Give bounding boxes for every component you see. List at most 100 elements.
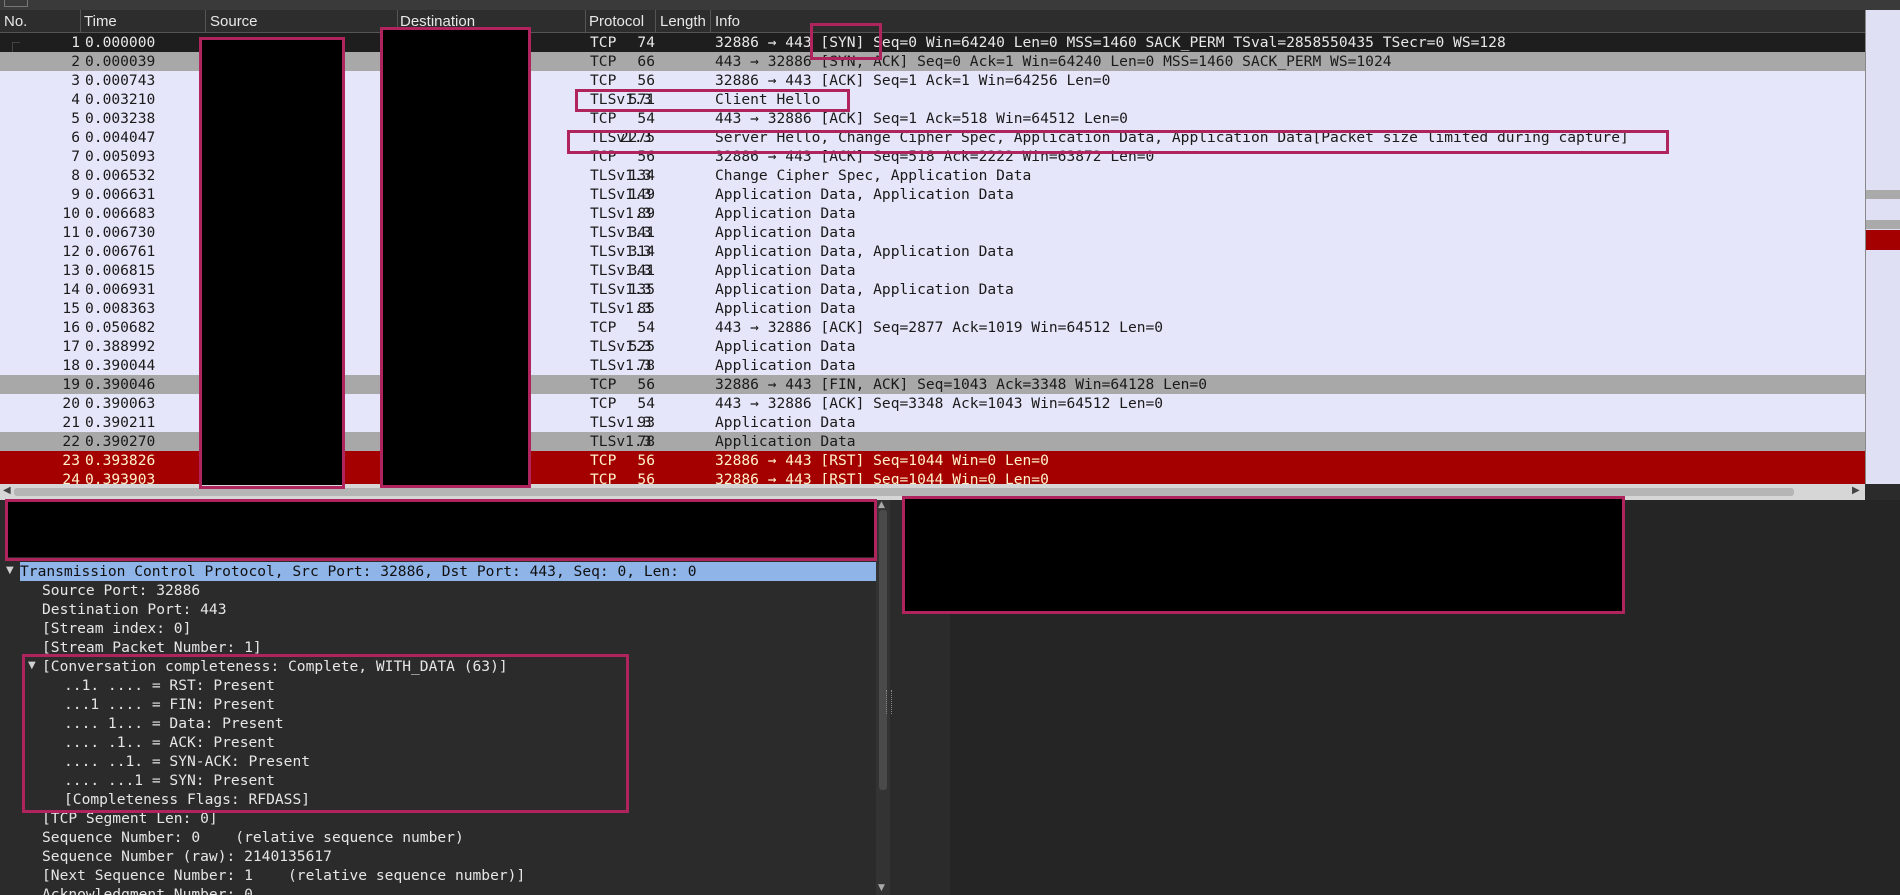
packet-time: 0.006730 xyxy=(85,224,156,241)
toolbar-strip xyxy=(0,0,1900,10)
column-no[interactable]: No. xyxy=(4,13,27,30)
packet-length: 93 xyxy=(637,414,655,431)
packet-length: 135 xyxy=(628,281,655,298)
packet-info: Application Data xyxy=(715,357,856,374)
detail-tree-item[interactable]: Sequence Number (raw): 2140135617 xyxy=(42,847,332,866)
packet-time: 0.003210 xyxy=(85,91,156,108)
packet-length: 89 xyxy=(637,205,655,222)
column-protocol[interactable]: Protocol xyxy=(589,13,644,30)
packet-time: 0.006631 xyxy=(85,186,156,203)
packet-length: 74 xyxy=(637,34,655,51)
packet-minimap[interactable] xyxy=(1865,10,1900,484)
packet-time: 0.006815 xyxy=(85,262,156,279)
packet-length: 134 xyxy=(628,167,655,184)
detail-tree-item[interactable]: Sequence Number: 0 (relative sequence nu… xyxy=(42,828,464,847)
packet-time: 0.006683 xyxy=(85,205,156,222)
packet-time: 0.050682 xyxy=(85,319,156,336)
packet-info: Application Data, Application Data xyxy=(715,281,1014,298)
packet-length: 56 xyxy=(637,452,655,469)
packet-length: 56 xyxy=(637,72,655,89)
toolbar-tab xyxy=(4,0,28,7)
packet-info: Change Cipher Spec, Application Data xyxy=(715,167,1032,184)
packet-time: 0.000039 xyxy=(85,53,156,70)
column-source[interactable]: Source xyxy=(210,13,258,30)
packet-no: 20 xyxy=(62,395,80,412)
packet-length: 54 xyxy=(637,395,655,412)
detail-tree-item[interactable]: Transmission Control Protocol, Src Port:… xyxy=(20,562,876,581)
packet-info: 32886 → 443 [RST] Seq=1044 Win=0 Len=0 xyxy=(715,471,1049,484)
packet-time: 0.390044 xyxy=(85,357,156,374)
highlight-source xyxy=(199,37,345,489)
highlight-frame-info xyxy=(5,499,877,561)
packet-length: 78 xyxy=(637,357,655,374)
packet-no: 14 xyxy=(62,281,80,298)
expand-arrow-icon[interactable]: ▼ xyxy=(6,565,14,576)
scroll-down-icon[interactable]: ▼ xyxy=(878,883,885,893)
highlight-client-hello xyxy=(575,89,850,112)
packet-time: 0.390211 xyxy=(85,414,156,431)
packet-time: 0.393826 xyxy=(85,452,156,469)
packet-time: 0.003238 xyxy=(85,110,156,127)
packet-length: 54 xyxy=(637,319,655,336)
packet-no: 6 xyxy=(71,129,80,146)
packet-length: 341 xyxy=(628,224,655,241)
packet-no: 21 xyxy=(62,414,80,431)
detail-tree-item[interactable]: Source Port: 32886 xyxy=(42,581,200,600)
packet-time: 0.390063 xyxy=(85,395,156,412)
packet-length: 341 xyxy=(628,262,655,279)
column-time[interactable]: Time xyxy=(84,13,117,30)
packet-no: 16 xyxy=(62,319,80,336)
packet-no: 10 xyxy=(62,205,80,222)
scroll-right-icon[interactable]: ▶ xyxy=(1852,485,1860,496)
packet-no: 24 xyxy=(62,471,80,484)
details-scroll-thumb[interactable] xyxy=(879,510,887,790)
packet-time: 0.005093 xyxy=(85,148,156,165)
packet-time: 0.008363 xyxy=(85,300,156,317)
packet-info: 443 → 32886 [ACK] Seq=2877 Ack=1019 Win=… xyxy=(715,319,1164,336)
scroll-up-icon[interactable]: ▲ xyxy=(878,500,885,510)
packet-time: 0.004047 xyxy=(85,129,156,146)
packet-length: 149 xyxy=(628,186,655,203)
column-length[interactable]: Length xyxy=(660,13,706,30)
packet-time: 0.000000 xyxy=(85,34,156,51)
packet-info: Application Data xyxy=(715,205,856,222)
highlight-conversation-completeness xyxy=(22,654,629,813)
detail-tree-item[interactable]: Destination Port: 443 xyxy=(42,600,227,619)
packet-time: 0.388992 xyxy=(85,338,156,355)
packet-info: 443 → 32886 [ACK] Seq=3348 Ack=1043 Win=… xyxy=(715,395,1164,412)
scroll-thumb[interactable] xyxy=(14,488,1794,496)
packet-info: 32886 → 443 [FIN, ACK] Seq=1043 Ack=3348… xyxy=(715,376,1208,393)
packet-no: 9 xyxy=(71,186,80,203)
packet-time: 0.393903 xyxy=(85,471,156,484)
packet-info: Application Data, Application Data xyxy=(715,186,1014,203)
highlight-bytes xyxy=(902,496,1625,614)
packet-no: 5 xyxy=(71,110,80,127)
packet-length: 56 xyxy=(637,471,655,484)
packet-time: 0.006761 xyxy=(85,243,156,260)
highlight-syn-flag xyxy=(810,23,882,60)
packet-no: 11 xyxy=(62,224,80,241)
packet-no: 22 xyxy=(62,433,80,450)
detail-tree-item[interactable]: [Stream index: 0] xyxy=(42,619,191,638)
highlight-destination xyxy=(380,27,531,488)
detail-tree-item[interactable]: [Next Sequence Number: 1 (relative seque… xyxy=(42,866,525,885)
packet-info: Application Data xyxy=(715,433,856,450)
packet-length: 78 xyxy=(637,433,655,450)
detail-tree-item[interactable]: Acknowledgment Number: 0 xyxy=(42,885,253,895)
packet-info: Application Data xyxy=(715,262,856,279)
packet-info: Application Data, Application Data xyxy=(715,243,1014,260)
packet-time: 0.000743 xyxy=(85,72,156,89)
packet-time: 0.390046 xyxy=(85,376,156,393)
packet-no: 8 xyxy=(71,167,80,184)
packet-no: 17 xyxy=(62,338,80,355)
packet-info: 32886 → 443 [ACK] Seq=1 Ack=1 Win=64256 … xyxy=(715,72,1111,89)
packet-info: Application Data xyxy=(715,414,856,431)
column-info[interactable]: Info xyxy=(715,13,740,30)
pane-splitter[interactable] xyxy=(886,690,892,714)
packet-no: 4 xyxy=(71,91,80,108)
packet-time: 0.006532 xyxy=(85,167,156,184)
packet-no: 12 xyxy=(62,243,80,260)
scroll-left-icon[interactable]: ◀ xyxy=(3,485,11,496)
packet-length: 56 xyxy=(637,376,655,393)
packet-time: 0.390270 xyxy=(85,433,156,450)
